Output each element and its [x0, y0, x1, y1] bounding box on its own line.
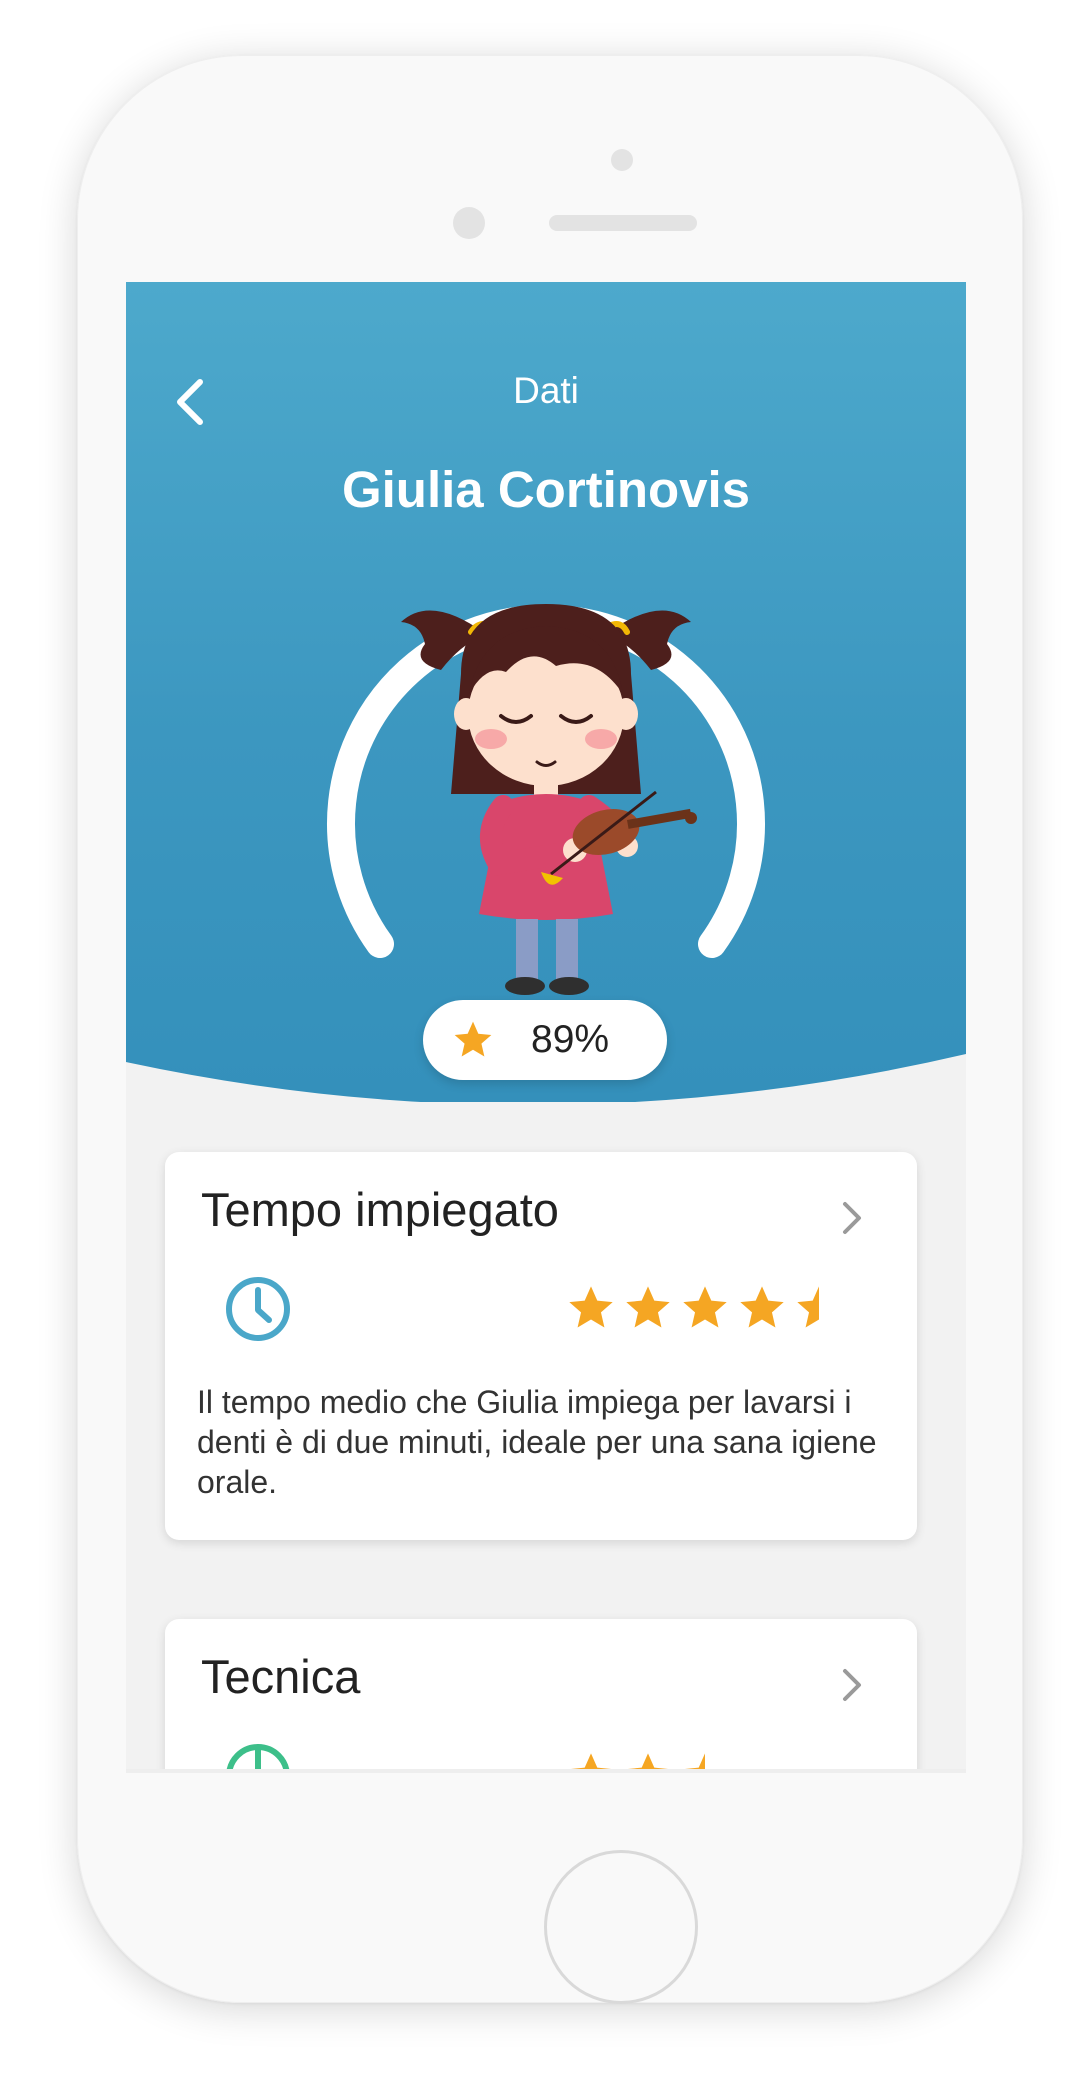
chevron-right-icon[interactable] — [837, 1663, 867, 1707]
rating-stars — [565, 1282, 845, 1338]
card-description: Il tempo medio che Giulia impiega per la… — [197, 1384, 877, 1500]
chevron-right-icon[interactable] — [837, 1196, 867, 1240]
star-icon — [570, 1753, 612, 1769]
user-name: Giulia Cortinovis — [341, 461, 751, 518]
star-icon — [626, 1286, 670, 1328]
score-value: 89% — [531, 1018, 610, 1061]
card-title: Tecnica — [201, 1650, 361, 1703]
card-title: Tempo impiegato — [201, 1183, 559, 1236]
score-badge: 89% — [423, 1000, 667, 1080]
page-title: Dati — [513, 370, 579, 411]
star-icon — [627, 1753, 669, 1769]
app-screen: Dati Giulia Cortinovis 89% Tempo impiega… — [126, 282, 966, 1769]
screen-bottom-edge — [126, 1769, 966, 1773]
earpiece-speaker — [549, 215, 697, 231]
metric-card-time[interactable]: Tempo impiegato Il tempo medio che Giuli… — [165, 1152, 917, 1540]
profile-header: Dati Giulia Cortinovis 89% — [126, 282, 966, 1107]
star-half-icon — [684, 1753, 705, 1769]
star-icon — [569, 1286, 613, 1328]
proximity-sensor — [611, 149, 633, 171]
rating-stars — [565, 1749, 845, 1769]
metric-card-technique[interactable]: Tecnica — [165, 1619, 917, 1769]
front-camera — [453, 207, 485, 239]
star-icon — [454, 1021, 492, 1057]
clock-icon — [226, 1277, 290, 1341]
home-button[interactable] — [544, 1850, 698, 2004]
power-icon — [226, 1744, 290, 1769]
star-icon — [740, 1286, 784, 1328]
star-half-icon — [797, 1286, 819, 1328]
star-icon — [683, 1286, 727, 1328]
